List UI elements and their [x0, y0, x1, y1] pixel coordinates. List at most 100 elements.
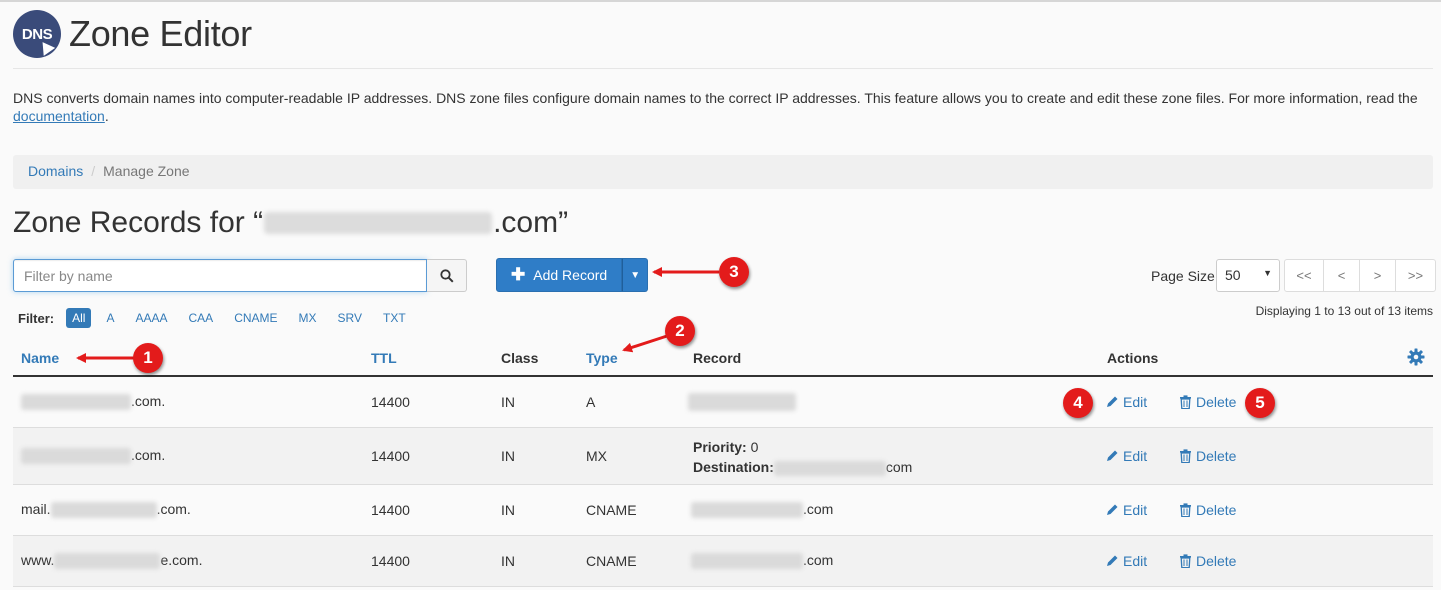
filter-a[interactable]: A	[100, 308, 120, 328]
top-border	[0, 0, 1441, 2]
sort-by-type-header[interactable]: Type	[586, 350, 618, 366]
dns-logo-icon: DNS	[13, 10, 61, 58]
callout-3: 3	[719, 257, 749, 287]
priority-value: 0	[750, 439, 759, 455]
record-suffix: .com	[803, 552, 834, 568]
record-class: IN	[501, 448, 515, 464]
delete-label: Delete	[1196, 553, 1237, 569]
sort-by-name-header[interactable]: Name	[21, 350, 59, 366]
pencil-icon	[1107, 504, 1118, 515]
table-row: .com. 14400 IN A Edit Delete	[13, 377, 1433, 428]
breadcrumb-domains-link[interactable]: Domains	[28, 163, 83, 179]
edit-button[interactable]: Edit	[1105, 553, 1147, 569]
redacted-name	[54, 553, 161, 570]
trash-icon	[1180, 503, 1191, 517]
breadcrumb: Domains / Manage Zone	[13, 155, 1433, 189]
add-record-dropdown-toggle[interactable]: ▼	[622, 258, 649, 292]
record-name: .com.	[21, 447, 166, 465]
search-icon	[439, 268, 454, 283]
callout-1: 1	[133, 343, 163, 373]
destination-suffix: com	[885, 459, 913, 475]
delete-button[interactable]: Delete	[1179, 553, 1236, 569]
table-row: .com. 14400 IN MX Priority: 0 Destinatio…	[13, 428, 1433, 485]
actions-header: Actions	[1107, 350, 1159, 366]
add-record-button[interactable]: ✚ Add Record	[496, 258, 623, 292]
name-suffix: .com.	[156, 501, 191, 517]
add-record-group: ✚ Add Record ▼	[496, 258, 649, 292]
edit-button[interactable]: Edit	[1105, 502, 1147, 518]
page-size-label: Page Size	[1151, 268, 1215, 284]
search-button[interactable]	[427, 259, 467, 292]
record-ttl: 14400	[371, 553, 410, 569]
destination-label: Destination:	[693, 459, 774, 475]
pager-last-button[interactable]: >>	[1395, 259, 1436, 292]
edit-label: Edit	[1123, 502, 1148, 518]
name-suffix: e.com.	[160, 552, 203, 568]
name-prefix: mail.	[21, 501, 51, 517]
record-class: IN	[501, 502, 515, 518]
record-ttl: 14400	[371, 502, 410, 518]
plus-icon: ✚	[511, 265, 526, 284]
zone-records-heading: Zone Records for “ .com”	[13, 206, 568, 240]
delete-button[interactable]: Delete	[1179, 394, 1236, 410]
displaying-count: Displaying 1 to 13 out of 13 items	[1255, 304, 1433, 318]
filter-cname[interactable]: CNAME	[228, 308, 283, 328]
pager-first-button[interactable]: <<	[1284, 259, 1324, 292]
record-class: IN	[501, 553, 515, 569]
breadcrumb-separator: /	[91, 163, 96, 179]
pencil-icon	[1107, 555, 1118, 566]
delete-button[interactable]: Delete	[1179, 502, 1236, 518]
record-name: .com.	[21, 393, 165, 411]
redacted-domain	[264, 212, 493, 234]
pencil-icon	[1107, 396, 1118, 407]
documentation-link[interactable]: documentation	[13, 108, 105, 124]
page-size-value: 50	[1225, 267, 1241, 283]
record-value: .com	[691, 552, 834, 570]
record-type: MX	[586, 448, 607, 464]
page-size-select[interactable]: 50 ▼	[1216, 259, 1280, 292]
record-class: IN	[501, 394, 515, 410]
table-header: Name TTL Class Type Record Actions	[13, 340, 1433, 377]
trash-icon	[1180, 395, 1191, 409]
type-filter: Filter: All A AAAA CAA CNAME MX SRV TXT	[18, 308, 421, 328]
pencil-icon	[1107, 450, 1118, 461]
filter-txt[interactable]: TXT	[377, 308, 412, 328]
record-type: A	[586, 394, 596, 410]
delete-button[interactable]: Delete	[1179, 448, 1236, 464]
filter-mx[interactable]: MX	[293, 308, 323, 328]
delete-label: Delete	[1196, 394, 1237, 410]
redacted-name	[21, 394, 131, 411]
header-divider	[13, 68, 1433, 69]
edit-button[interactable]: Edit	[1105, 448, 1147, 464]
redacted-record	[691, 553, 803, 570]
filter-caa[interactable]: CAA	[183, 308, 220, 328]
name-suffix: .com.	[131, 447, 166, 463]
search-group	[13, 259, 467, 292]
sort-by-ttl-header[interactable]: TTL	[371, 350, 397, 366]
add-record-label: Add Record	[533, 267, 608, 283]
trash-icon	[1180, 449, 1191, 463]
redacted-record	[691, 502, 803, 519]
gear-icon[interactable]	[1407, 348, 1425, 366]
zone-heading-prefix: Zone Records for “	[13, 206, 264, 239]
delete-label: Delete	[1196, 448, 1237, 464]
zone-heading-suffix: .com”	[493, 206, 569, 239]
pager-next-button[interactable]: >	[1359, 259, 1396, 292]
table-row: www. e.com. 14400 IN CNAME .com Edit Dele…	[13, 536, 1433, 587]
caret-down-icon: ▼	[630, 269, 641, 281]
description-text: DNS converts domain names into computer-…	[13, 90, 1418, 106]
filter-by-name-input[interactable]	[13, 259, 427, 292]
redacted-name	[21, 448, 131, 465]
redacted-name	[50, 502, 157, 519]
record-type: CNAME	[586, 553, 637, 569]
callout-4: 4	[1063, 388, 1093, 418]
filter-label: Filter:	[18, 310, 55, 326]
record-suffix: .com	[803, 501, 834, 517]
pager-prev-button[interactable]: <	[1323, 259, 1360, 292]
filter-all[interactable]: All	[66, 308, 92, 328]
filter-aaaa[interactable]: AAAA	[129, 308, 173, 328]
page-title: Zone Editor	[69, 13, 252, 54]
record-name: www. e.com.	[21, 552, 203, 570]
edit-button[interactable]: Edit	[1105, 394, 1147, 410]
filter-srv[interactable]: SRV	[332, 308, 368, 328]
